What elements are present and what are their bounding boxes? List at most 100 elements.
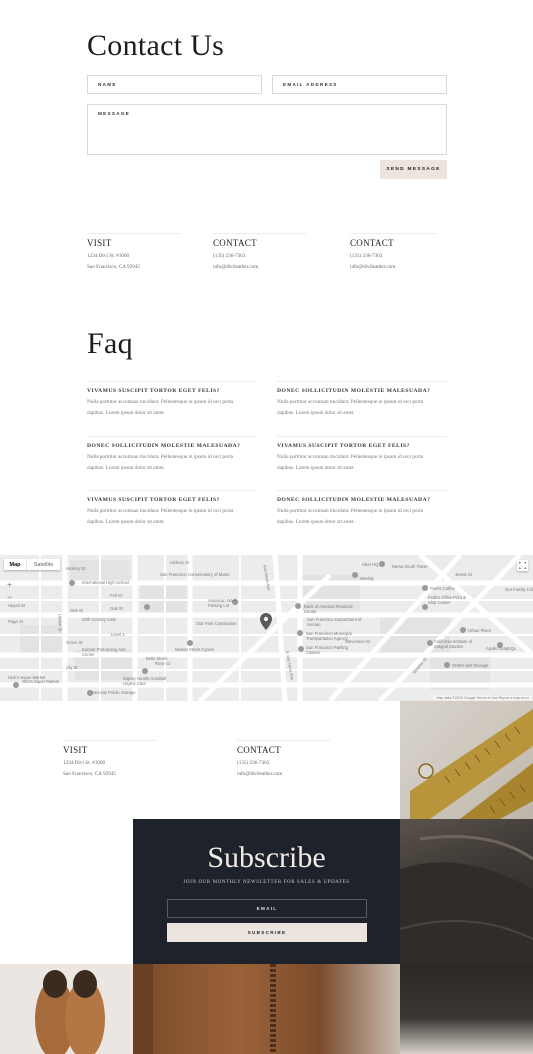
email-field[interactable]: EMAIL ADDRESS [272, 75, 447, 94]
faq-answer: dapibus. Lorem ipsum dolor sit amet. [87, 465, 165, 471]
faq-answer: Nulla porttitor accumsan tincidunt. Pell… [87, 454, 234, 460]
faq-item[interactable]: DONEC SOLLICITUDIN MOLESTIE MALESUADA? N… [277, 490, 447, 528]
info-contact-2: CONTACT (135) 236-7363 info@divileather.… [350, 233, 437, 273]
map-street-label: Oak St [70, 608, 83, 613]
name-field-placeholder: NAME [98, 82, 117, 87]
divider [213, 233, 306, 234]
faq-question[interactable]: VIVAMUS SUSCIPIT TORTOR EGET FELIS? [87, 497, 257, 503]
bag-photo-lower [400, 964, 533, 1054]
map-street-label: Lily St [66, 665, 78, 670]
info-contact-bottom: CONTACT (135) 236-7363 info@divileather.… [237, 740, 330, 780]
divider [87, 233, 180, 234]
faq-question[interactable]: DONEC SOLLICITUDIN MOLESTIE MALESUADA? [277, 388, 447, 394]
name-field[interactable]: NAME [87, 75, 262, 94]
map-pin-icon[interactable] [260, 613, 272, 630]
map-poi-label: FedEx Office Print & Ship Center [428, 595, 466, 605]
map-poi-label: American Wash Parking Lot [208, 598, 238, 608]
faq-item[interactable]: VIVAMUS SUSCIPIT TORTOR EGET FELIS? Null… [87, 490, 257, 528]
ruler-photo [400, 701, 533, 819]
map-poi-label: Dignity Health Goodwill Urgent Care [123, 676, 167, 686]
map-poi-label: Weebly [360, 576, 374, 581]
map[interactable]: Hickory St San Francisco Conservatory of… [0, 555, 533, 701]
map-poi-label: Market Street Cycles [175, 647, 214, 652]
map-poi-label: Security Public Storage [92, 690, 136, 695]
faq-answer: dapibus. Lorem ipsum dolor sit amet. [87, 410, 165, 416]
info-address-line: San Francisco, CA 93945 [63, 771, 117, 777]
map-poi-label: San Francisco Parking Citation [306, 645, 349, 655]
zoom-control: + − [4, 579, 15, 603]
faq-item[interactable]: DONEC SOLLICITUDIN MOLESTIE MALESUADA? N… [277, 381, 447, 419]
subscribe-title: Subscribe [207, 841, 326, 874]
map-poi-label: Kanbar Performing Arts Center [82, 647, 126, 657]
faq-answer: dapibus. Lorem ipsum dolor sit amet. [277, 519, 355, 525]
map-street-label: Page St [8, 619, 23, 624]
info-address-line: 1234 Divi St. #1000 [87, 253, 130, 259]
map-poi-label: San Francisco Conservatory of Music [160, 572, 230, 577]
info-heading: CONTACT [350, 238, 394, 248]
faq-answer: Nulla porttitor accumsan tincidunt. Pell… [87, 399, 234, 405]
info-phone: (135) 236-7363 [350, 253, 383, 259]
map-street-label: Linden St [57, 613, 63, 632]
info-visit-bottom: VISIT 1234 Divi St. #1000 San Francisco,… [63, 740, 156, 780]
map-street-label: Hickory St [170, 560, 190, 565]
map-street-label: Hayes St [8, 603, 25, 608]
info-address-line: San Francisco, CA 93945 [87, 264, 141, 270]
map-poi-label: Nema South Tower [392, 564, 428, 569]
info-heading: CONTACT [237, 745, 281, 755]
faq-answer: Nulla porttitor accumsan tincidunt. Pell… [277, 508, 424, 514]
map-street-label: Jessie St [455, 572, 472, 577]
map-poi-label: Urban Place [468, 628, 492, 633]
faq-title: Faq [87, 327, 133, 360]
map-street-label: Stevenson St [345, 639, 370, 644]
zoom-in-button[interactable]: + [4, 579, 15, 591]
subscribe-text: JOIN OUR MONTHLY NEWSLETTER FOR SALES & … [183, 880, 350, 885]
fullscreen-icon[interactable] [517, 560, 528, 571]
divider [350, 233, 437, 234]
map-tab-map[interactable]: Map [4, 559, 26, 570]
send-message-button[interactable]: SEND MESSAGE [380, 160, 447, 179]
info-heading: VISIT [63, 745, 88, 755]
faq-answer: Nulla porttitor accumsan tincidunt. Pell… [277, 399, 424, 405]
faq-question[interactable]: VIVAMUS SUSCIPIT TORTOR EGET FELIS? [87, 388, 257, 394]
faq-answer: dapibus. Lorem ipsum dolor sit amet. [277, 465, 355, 471]
map-poi-label: Apollo GraphQL [486, 646, 517, 651]
map-poi-label: 20th Century Cafe [82, 617, 116, 622]
info-phone: (135) 236-7363 [237, 760, 270, 766]
map-poi-label: SOMA Self Storage [452, 663, 489, 668]
map-attribution: Map data ©2023 Google Terms of Use Repor… [434, 696, 531, 700]
map-street-label: Rose St [155, 661, 170, 666]
info-heading: CONTACT [213, 238, 257, 248]
map-poi-label: California Institute of Integral Studies [434, 639, 473, 649]
info-visit: VISIT 1234 Divi St. #1000 San Francisco,… [87, 233, 180, 273]
map-street-label: Oak St [110, 606, 123, 611]
faq-answer: dapibus. Lorem ipsum dolor sit amet. [277, 410, 355, 416]
faq-item[interactable]: VIVAMUS SUSCIPIT TORTOR EGET FELIS? Null… [277, 436, 447, 474]
map-poi-label: Our Family Col [505, 587, 533, 592]
faq-question[interactable]: DONEC SOLLICITUDIN MOLESTIE MALESUADA? [87, 443, 257, 449]
page-title: Contact Us [87, 29, 225, 62]
zoom-out-button[interactable]: − [4, 591, 15, 603]
info-email: info@divileather.com [237, 771, 283, 777]
info-email: info@divileather.com [350, 264, 396, 270]
info-contact: CONTACT (135) 236-7363 info@divileather.… [213, 233, 306, 273]
email-field-placeholder: EMAIL ADDRESS [283, 82, 338, 87]
map-poi-label: Star Park Corporation [196, 621, 237, 626]
message-field[interactable]: MESSAGE [87, 104, 447, 155]
subscribe-button[interactable]: SUBSCRIBE [167, 923, 367, 942]
faq-answer: Nulla porttitor accumsan tincidunt. Pell… [87, 508, 234, 514]
map-poi-label: Uber HQ [362, 562, 379, 567]
subscribe-email-field[interactable]: EMAIL [167, 899, 367, 918]
map-street-label: Hickory St [66, 566, 86, 571]
info-email: info@divileather.com [213, 264, 259, 270]
map-street-label: Fell St [110, 593, 122, 598]
map-poi-label: Level 1 [111, 632, 125, 637]
message-field-placeholder: MESSAGE [98, 111, 131, 116]
map-poi-label: San Francisco Department of Human [307, 617, 362, 627]
faq-question[interactable]: VIVAMUS SUSCIPIT TORTOR EGET FELIS? [277, 443, 447, 449]
faq-item[interactable]: VIVAMUS SUSCIPIT TORTOR EGET FELIS? Null… [87, 381, 257, 419]
map-tab-satellite[interactable]: Satellite [26, 559, 60, 570]
faq-item[interactable]: DONEC SOLLICITUDIN MOLESTIE MALESUADA? N… [87, 436, 257, 474]
info-address-line: 1234 Divi St. #1000 [63, 760, 106, 766]
faq-question[interactable]: DONEC SOLLICITUDIN MOLESTIE MALESUADA? [277, 497, 447, 503]
subscribe-panel: Subscribe JOIN OUR MONTHLY NEWSLETTER FO… [133, 819, 400, 964]
